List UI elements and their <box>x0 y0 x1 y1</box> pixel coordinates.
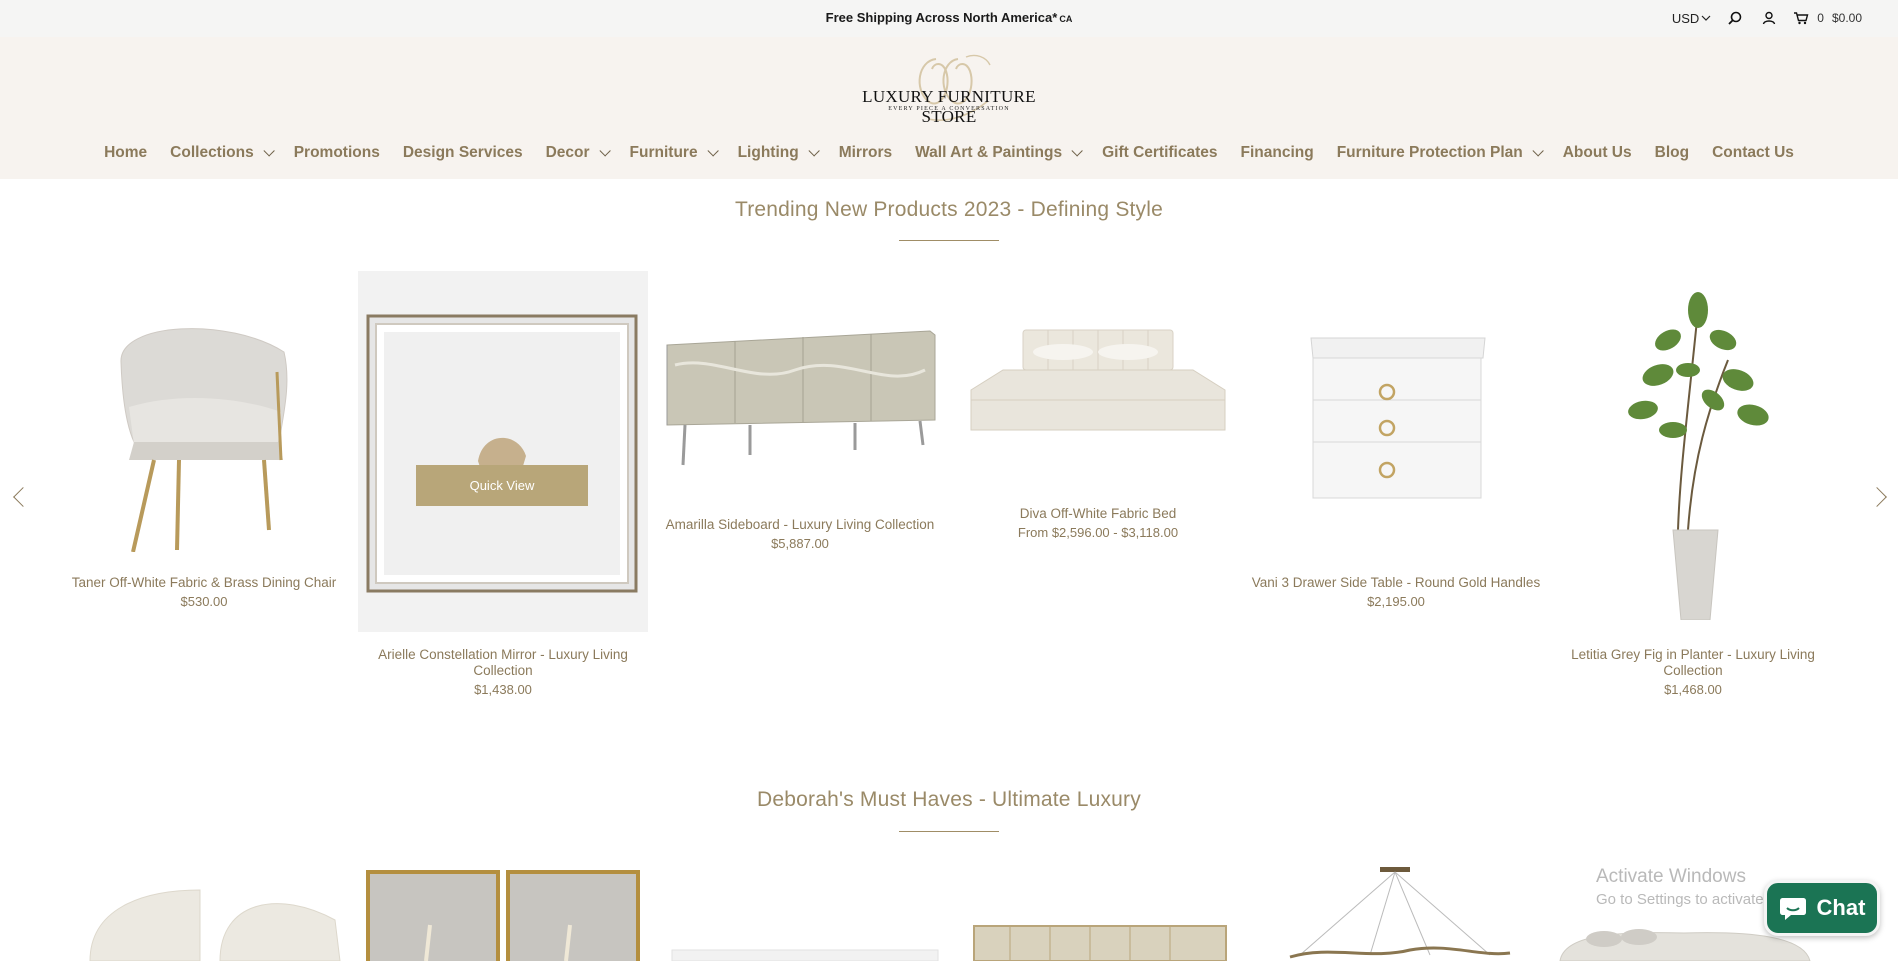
promo-country: CA <box>1059 14 1073 24</box>
nav-item-collections[interactable]: Collections <box>159 143 283 163</box>
nav-item-decor[interactable]: Decor <box>534 143 618 163</box>
product-card-vani-side-table[interactable]: Vani 3 Drawer Side Table - Round Gold Ha… <box>1251 330 1541 630</box>
account-icon[interactable] <box>1759 8 1779 28</box>
product-price: $1,468.00 <box>1664 682 1722 697</box>
nav-item-label: Mirrors <box>838 144 893 161</box>
trending-section-title: Trending New Products 2023 - Defining St… <box>734 198 1164 221</box>
nav-item-gift-certificates[interactable]: Gift Certificates <box>1091 143 1229 163</box>
chevron-down-icon <box>808 145 820 157</box>
nav-item-label: Gift Certificates <box>1102 144 1218 161</box>
partial-table-image <box>671 949 939 961</box>
cart-count: 0 <box>1817 11 1824 25</box>
nav-item-about-us[interactable]: About Us <box>1551 143 1643 163</box>
nav-item-furniture-protection-plan[interactable]: Furniture Protection Plan <box>1325 143 1551 163</box>
site-header: LUXURY FURNITURE STORE EVERY PIECE A CON… <box>0 37 1898 179</box>
main-navigation: Home Collections Promotions Design Services… <box>0 143 1898 163</box>
chevron-down-icon <box>1701 15 1711 21</box>
must-haves-section-title: Deborah's Must Haves - Ultimate Luxury <box>757 788 1141 811</box>
nav-item-label: Lighting <box>737 144 799 161</box>
nav-item-label: Furniture Protection Plan <box>1336 144 1523 161</box>
carousel-next-arrow[interactable] <box>1867 487 1887 507</box>
promo-text: Free Shipping Across North America* <box>825 10 1058 25</box>
nav-item-blog[interactable]: Blog <box>1643 143 1700 163</box>
product-card-amarilla-sideboard[interactable]: Amarilla Sideboard - Luxury Living Colle… <box>655 315 945 575</box>
nav-item-label: Furniture <box>629 144 698 161</box>
chevron-down-icon <box>1071 145 1083 157</box>
chevron-down-icon <box>599 145 611 157</box>
store-tagline: EVERY PIECE A CONVERSATION <box>888 106 1010 112</box>
carousel-prev-arrow[interactable] <box>13 487 33 507</box>
nav-item-label: Blog <box>1654 144 1690 161</box>
fig-plant-image <box>1628 292 1769 620</box>
search-icon[interactable] <box>1725 8 1745 28</box>
product-title[interactable]: Amarilla Sideboard - Luxury Living Colle… <box>655 517 945 533</box>
nav-item-label: Financing <box>1240 144 1314 161</box>
product-title[interactable]: Vani 3 Drawer Side Table - Round Gold Ha… <box>1251 575 1541 591</box>
nav-item-mirrors[interactable]: Mirrors <box>827 143 903 163</box>
cart-total: $0.00 <box>1831 11 1862 25</box>
chevron-down-icon <box>263 145 275 157</box>
currency-label: USD <box>1671 10 1700 26</box>
product-title[interactable]: Taner Off-White Fabric & Brass Dining Ch… <box>59 575 349 591</box>
chat-label: Chat <box>1816 895 1866 920</box>
cart-button[interactable]: 0 $0.00 <box>1793 11 1862 25</box>
announcement-bar: Free Shipping Across North America* CA US… <box>0 0 1898 37</box>
nav-item-label: Wall Art & Paintings <box>915 144 1063 161</box>
product-price: $5,887.00 <box>771 536 829 551</box>
side-table-image <box>1310 337 1486 499</box>
partial-art-image <box>366 870 640 961</box>
chat-button[interactable]: Chat <box>1764 880 1880 936</box>
product-card-diva-bed[interactable]: Diva Off-White Fabric Bed From $2,596.00… <box>953 320 1243 550</box>
product-card-letitia-fig[interactable]: Letitia Grey Fig in Planter - Luxury Liv… <box>1548 290 1838 700</box>
free-shipping-promo: Free Shipping Across North America* CA <box>0 10 1898 25</box>
product-price: $2,195.00 <box>1367 594 1425 609</box>
nav-item-label: Contact Us <box>1712 144 1794 161</box>
product-price: $530.00 <box>180 594 228 609</box>
mirror-image <box>366 314 638 593</box>
cart-icon <box>1794 12 1809 25</box>
section-divider <box>899 240 999 241</box>
partial-chair-image <box>89 889 341 961</box>
nav-item-contact-us[interactable]: Contact Us <box>1701 143 1806 163</box>
partial-sideboard-image <box>973 925 1227 961</box>
product-card-taner-chair[interactable]: Taner Off-White Fabric & Brass Dining Ch… <box>59 300 349 620</box>
quick-view-button[interactable]: Quick View <box>416 465 588 506</box>
nav-item-wall-art-paintings[interactable]: Wall Art & Paintings <box>904 143 1091 163</box>
partial-chandelier-image <box>1289 867 1511 959</box>
product-title[interactable]: Diva Off-White Fabric Bed <box>953 506 1243 522</box>
nav-item-label: Promotions <box>293 144 380 161</box>
nav-item-home[interactable]: Home <box>93 143 159 163</box>
nav-item-label: Decor <box>545 144 590 161</box>
nav-item-financing[interactable]: Financing <box>1229 143 1325 163</box>
chevron-down-icon <box>707 145 719 157</box>
section-divider <box>899 831 999 832</box>
product-title[interactable]: Arielle Constellation Mirror - Luxury Li… <box>358 647 648 679</box>
chair-image <box>120 328 288 552</box>
nav-item-label: Collections <box>170 144 254 161</box>
sideboard-image <box>666 330 936 466</box>
nav-item-lighting[interactable]: Lighting <box>726 143 827 163</box>
product-title[interactable]: Letitia Grey Fig in Planter - Luxury Liv… <box>1548 647 1838 679</box>
nav-item-label: About Us <box>1562 144 1632 161</box>
chat-bubble-icon <box>1779 898 1806 920</box>
bed-image <box>970 329 1226 431</box>
currency-selector[interactable]: USD <box>1672 11 1711 26</box>
mirror-image-frame <box>358 271 648 632</box>
product-price: From $2,596.00 - $3,118.00 <box>1017 525 1179 540</box>
store-logo[interactable]: LUXURY FURNITURE STORE EVERY PIECE A CON… <box>836 49 1062 127</box>
nav-item-design-services[interactable]: Design Services <box>391 143 534 163</box>
nav-item-promotions[interactable]: Promotions <box>282 143 391 163</box>
chevron-down-icon <box>1532 145 1544 157</box>
nav-item-furniture[interactable]: Furniture <box>618 143 726 163</box>
nav-item-label: Home <box>104 144 148 161</box>
header-tools: USD 0 $0.00 <box>1672 8 1862 28</box>
nav-item-label: Design Services <box>402 144 523 161</box>
product-price: $1,438.00 <box>474 682 532 697</box>
